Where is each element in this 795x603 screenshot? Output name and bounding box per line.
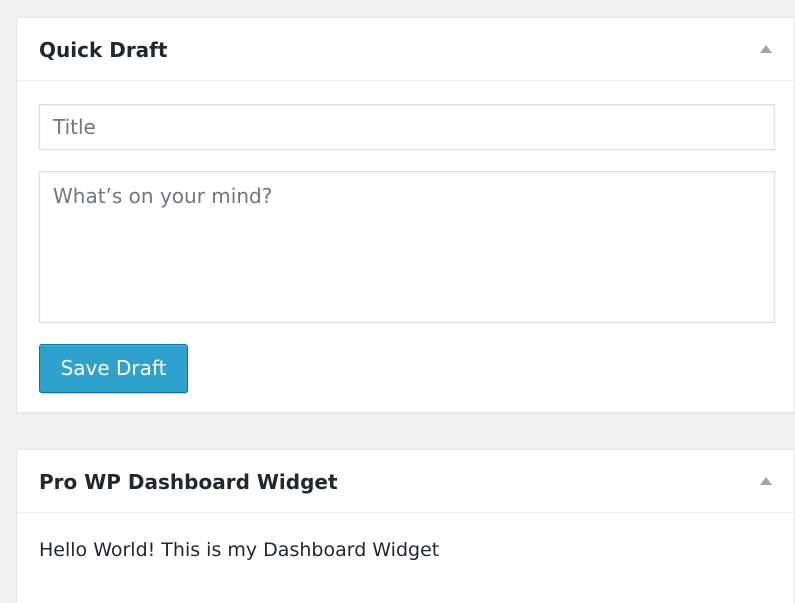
quick-draft-header[interactable]: Quick Draft — [17, 18, 794, 81]
pro-wp-dashboard-widget: Pro WP Dashboard Widget Hello World! Thi… — [16, 449, 795, 603]
draft-title-input[interactable] — [39, 104, 775, 150]
save-draft-button[interactable]: Save Draft — [39, 344, 188, 393]
quick-draft-title: Quick Draft — [39, 38, 168, 62]
pro-widget-header[interactable]: Pro WP Dashboard Widget — [17, 450, 794, 513]
widget-body-text: Hello World! This is my Dashboard Widget — [39, 539, 440, 561]
draft-content-textarea[interactable] — [39, 171, 775, 323]
pro-widget-title: Pro WP Dashboard Widget — [39, 470, 338, 494]
collapse-toggle-icon[interactable] — [760, 45, 772, 53]
quick-draft-widget: Quick Draft Save Draft — [16, 17, 795, 413]
dashboard-widgets-area: Quick Draft Save Draft Pro WP Dashboard … — [0, 0, 795, 603]
collapse-toggle-icon[interactable] — [760, 477, 772, 485]
